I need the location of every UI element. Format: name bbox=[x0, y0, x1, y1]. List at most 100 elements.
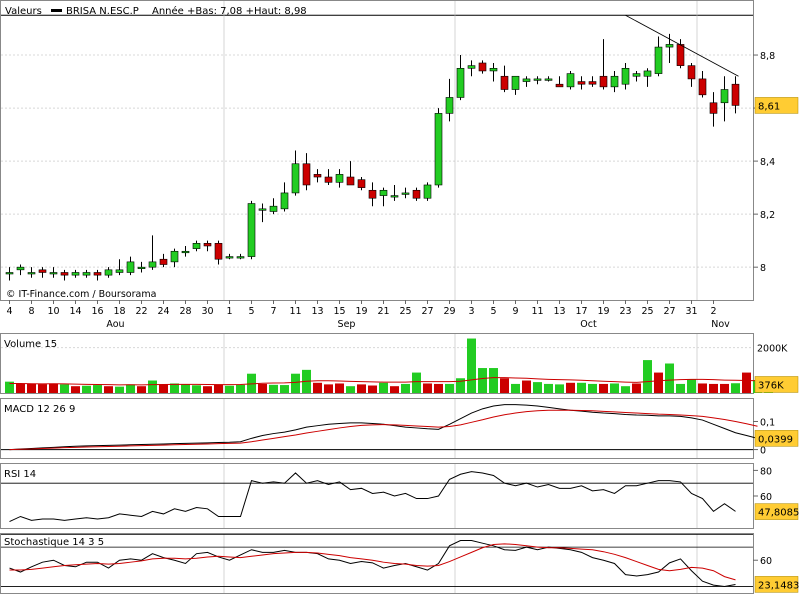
candle-down bbox=[555, 83, 564, 88]
volume-bar bbox=[291, 373, 300, 393]
date-tick-label: 11 bbox=[531, 306, 543, 317]
volume-bar bbox=[357, 384, 366, 393]
candle-up bbox=[148, 261, 157, 268]
volume-bar bbox=[544, 383, 553, 393]
volume-bar bbox=[599, 383, 608, 393]
candle-up bbox=[115, 269, 124, 273]
macd-ytick-label: 0,1 bbox=[760, 417, 775, 428]
candle-down bbox=[313, 174, 322, 178]
price-ytick-label: 8,8 bbox=[760, 51, 775, 62]
macd-last-value: 0,0399 bbox=[758, 434, 793, 445]
volume-bar bbox=[643, 360, 652, 393]
candle-down bbox=[93, 272, 102, 276]
candle-down bbox=[324, 176, 333, 183]
candle-down bbox=[599, 75, 608, 88]
volume-bar bbox=[104, 386, 113, 393]
volume-bar bbox=[478, 368, 487, 393]
volume-bar bbox=[137, 386, 146, 393]
candle-up bbox=[720, 89, 729, 104]
candle-down bbox=[368, 189, 377, 199]
rsi-last-value: 47,8085 bbox=[758, 508, 799, 519]
candle-down bbox=[731, 83, 740, 106]
price-ytick-label: 8,2 bbox=[760, 210, 775, 221]
date-tick-label: 19 bbox=[355, 306, 367, 317]
rsi-title: RSI 14 bbox=[4, 469, 36, 480]
candle-up bbox=[280, 192, 289, 210]
rsi-ytick-label: 80 bbox=[760, 466, 772, 477]
volume-bar bbox=[49, 383, 58, 393]
candle-up bbox=[621, 67, 630, 85]
candle-down bbox=[214, 243, 223, 260]
date-tick-label: 8 bbox=[28, 306, 34, 317]
candle-up bbox=[16, 266, 25, 271]
volume-bar bbox=[445, 383, 454, 393]
volume-bar bbox=[192, 385, 201, 393]
series-legend-swatch bbox=[51, 9, 62, 12]
candle-up bbox=[291, 163, 300, 194]
candle-up bbox=[566, 73, 575, 88]
date-tick-label: 29 bbox=[443, 306, 455, 317]
candle-down bbox=[357, 179, 366, 188]
volume-bar bbox=[500, 378, 509, 393]
volume-bar bbox=[280, 385, 289, 393]
volume-bar bbox=[379, 382, 388, 393]
candle-up bbox=[489, 67, 498, 72]
volume-bar bbox=[577, 382, 586, 393]
volume-bar bbox=[676, 383, 685, 393]
date-tick-label: 13 bbox=[553, 306, 565, 317]
volume-bar bbox=[489, 368, 498, 393]
candle-down bbox=[346, 176, 355, 186]
macd-ytick-label: 0 bbox=[760, 446, 766, 457]
date-tick-label: 24 bbox=[157, 306, 169, 317]
volume-bar bbox=[82, 385, 91, 393]
date-tick-label: 11 bbox=[289, 306, 301, 317]
date-tick-label: 22 bbox=[135, 306, 147, 317]
candle-up bbox=[456, 67, 465, 98]
candle-up bbox=[610, 75, 619, 88]
candle-up bbox=[632, 73, 641, 77]
date-tick-label: 15 bbox=[333, 306, 345, 317]
month-label: Sep bbox=[338, 319, 356, 330]
volume-bar bbox=[467, 338, 476, 393]
credit-text: © IT-Finance.com / Boursorama bbox=[6, 289, 156, 300]
candle-up bbox=[49, 272, 58, 275]
header-label: Valeurs bbox=[5, 6, 42, 17]
candle-down bbox=[687, 65, 696, 80]
date-tick-label: 3 bbox=[468, 306, 474, 317]
date-tick-label: 5 bbox=[248, 306, 254, 317]
volume-bar bbox=[60, 384, 69, 393]
candle-up bbox=[269, 205, 278, 212]
date-tick-label: 21 bbox=[377, 306, 389, 317]
candle-down bbox=[676, 44, 685, 66]
candle-up bbox=[401, 192, 410, 195]
volume-bar bbox=[390, 386, 399, 393]
volume-bar bbox=[71, 386, 80, 393]
volume-bar bbox=[324, 384, 333, 393]
rsi-ytick-label: 60 bbox=[760, 492, 772, 503]
candle-up bbox=[643, 70, 652, 77]
month-label: Nov bbox=[711, 319, 730, 330]
volume-bar bbox=[533, 382, 542, 393]
candle-down bbox=[302, 163, 311, 186]
date-tick-label: 14 bbox=[69, 306, 81, 317]
candle-up bbox=[82, 272, 91, 276]
volume-bar bbox=[588, 383, 597, 393]
candle-down bbox=[478, 62, 487, 72]
volume-bar bbox=[621, 386, 630, 393]
stoch-title: Stochastique 14 3 5 bbox=[4, 537, 104, 548]
volume-bar bbox=[555, 384, 564, 393]
volume-bar bbox=[203, 386, 212, 393]
candle-up bbox=[654, 46, 663, 74]
volume-bar bbox=[566, 382, 575, 393]
candle-up bbox=[379, 189, 388, 196]
candle-up bbox=[544, 78, 553, 81]
candle-down bbox=[412, 189, 421, 199]
candle-down bbox=[709, 102, 718, 114]
volume-bar bbox=[511, 383, 520, 393]
volume-bar bbox=[159, 384, 168, 393]
candle-down bbox=[38, 269, 47, 273]
volume-bar bbox=[709, 383, 718, 393]
candle-up bbox=[665, 44, 674, 48]
volume-last-value: 376K bbox=[758, 380, 784, 391]
month-label: Oct bbox=[580, 319, 597, 330]
